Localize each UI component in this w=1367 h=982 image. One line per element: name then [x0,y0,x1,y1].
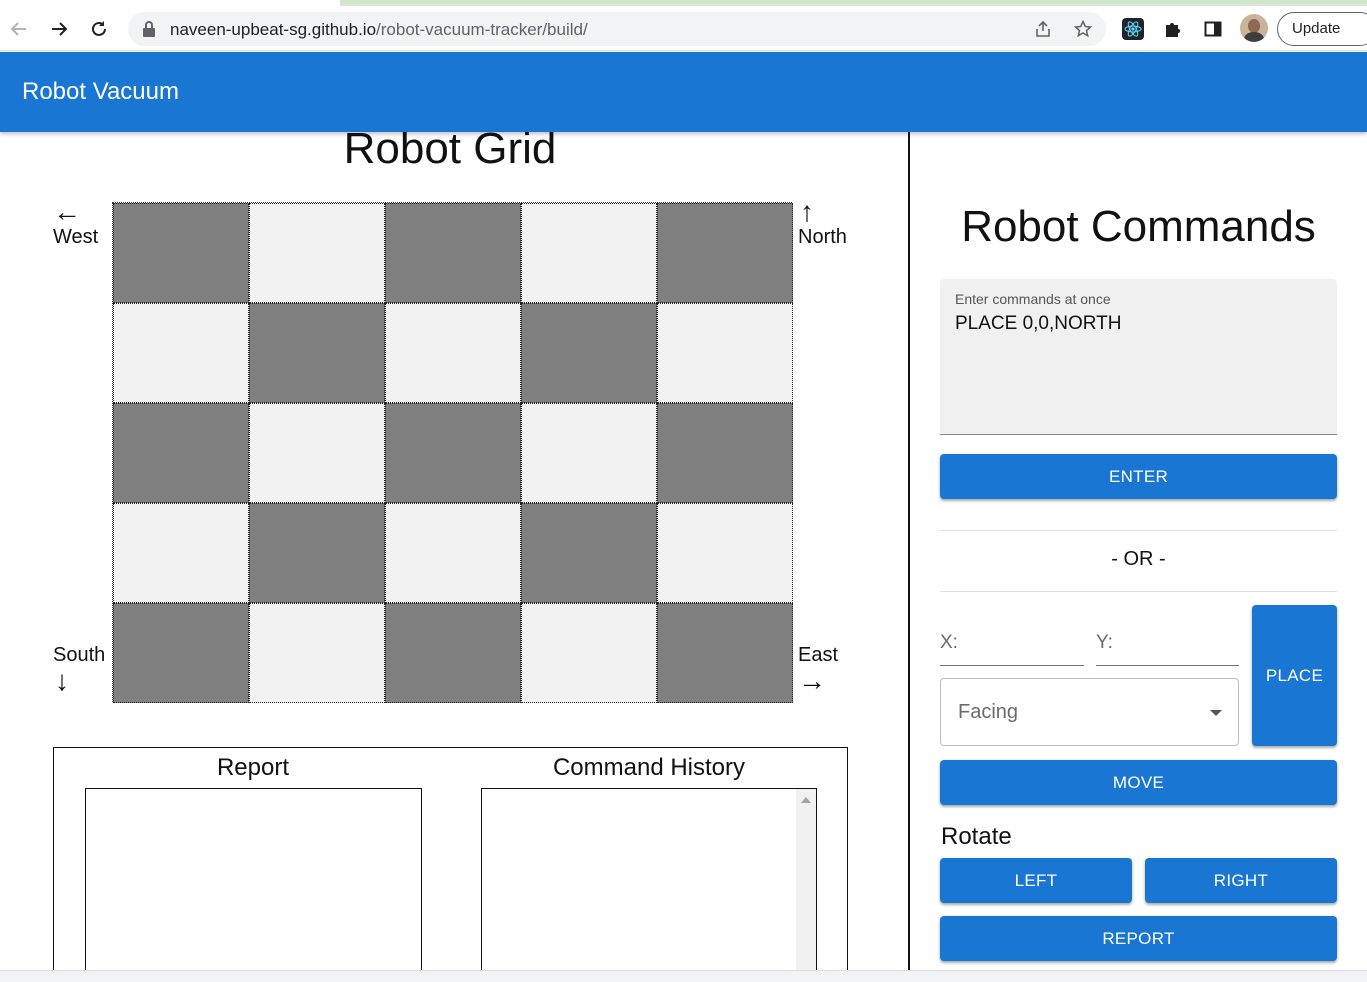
grid-cell [113,603,249,703]
west-label: West [53,226,99,248]
grid-cell [521,303,657,403]
robot-grid [112,202,793,703]
commands-title: Robot Commands [961,202,1316,251]
history-scrollbar[interactable] [796,789,816,972]
grid-cell [657,503,793,603]
grid-cell [249,503,385,603]
move-button[interactable]: MOVE [940,760,1337,805]
commands-panel: Robot Commands Enter commands at once PL… [910,132,1367,972]
south-label: South [53,644,106,666]
url-path: /robot-vacuum-tracker/build/ [376,20,588,39]
east-indicator: East → [798,644,838,695]
grid-cell [113,303,249,403]
report-button[interactable]: REPORT [940,916,1337,961]
profile-avatar[interactable] [1240,14,1268,42]
scroll-up-icon[interactable] [801,797,811,803]
grid-cell [521,603,657,703]
url-domain: naveen-upbeat-sg.github.io [170,20,377,39]
rotate-label: Rotate [941,823,1012,850]
north-label: North [798,226,847,248]
south-indicator: South ↓ [53,644,105,695]
report-section: Report Command History [53,747,848,972]
grid-cell [657,303,793,403]
extensions-puzzle-icon[interactable] [1160,16,1186,42]
divider-bottom [940,591,1337,592]
grid-cell [521,503,657,603]
x-placeholder: X: [940,632,958,653]
north-indicator: ↑ North [798,198,847,249]
grid-cell [657,603,793,703]
grid-title: Robot Grid [343,132,557,173]
bookmark-star-icon[interactable] [1072,18,1094,40]
enter-button[interactable]: ENTER [940,454,1337,499]
rotate-right-button[interactable]: RIGHT [1145,858,1337,903]
grid-cell [385,503,521,603]
grid-cell [249,603,385,703]
grid-cell [521,403,657,503]
facing-placeholder: Facing [958,701,1019,723]
report-title: Report [216,754,290,781]
side-panel-icon[interactable] [1200,16,1226,42]
grid-cell [521,203,657,303]
forward-icon[interactable] [44,14,74,44]
grid-cell [657,403,793,503]
y-input[interactable]: Y: [1096,632,1239,666]
chevron-down-icon [1210,710,1222,716]
grid-cell [113,403,249,503]
grid-cell [385,303,521,403]
reload-icon[interactable] [84,14,114,44]
tab-strip-highlight [340,0,1367,4]
textarea-label: Enter commands at once [955,291,1111,307]
app-title: Robot Vacuum [22,78,179,105]
window-bottom-edge [0,970,1367,982]
grid-cell [249,403,385,503]
commands-textarea[interactable]: Enter commands at once PLACE 0,0,NORTH [940,279,1337,435]
grid-cell [385,403,521,503]
browser-toolbar: naveen-upbeat-sg.github.io/robot-vacuum-… [0,6,1367,51]
app-bar: Robot Vacuum [0,52,1367,132]
grid-cell [249,203,385,303]
east-arrow-icon: → [798,665,826,696]
grid-cell [113,203,249,303]
grid-cell [385,603,521,703]
lock-icon [142,21,156,37]
facing-select[interactable]: Facing [940,678,1239,746]
grid-cell [657,203,793,303]
grid-cell [113,503,249,603]
grid-panel: Robot Grid ← West ↑ North South ↓ East →… [0,132,908,972]
rotate-left-button[interactable]: LEFT [940,858,1132,903]
url-text: naveen-upbeat-sg.github.io/robot-vacuum-… [170,20,588,40]
y-placeholder: Y: [1096,632,1113,653]
or-separator: - OR - [1111,548,1166,570]
grid-cell [385,203,521,303]
west-arrow-icon: ← [53,196,81,227]
back-icon[interactable] [4,14,34,44]
report-output [85,788,422,972]
update-button[interactable]: Update [1277,12,1367,46]
north-arrow-icon: ↑ [800,196,814,227]
command-history-title: Command History [552,754,746,781]
x-input[interactable]: X: [940,632,1084,666]
place-button[interactable]: PLACE [1252,605,1337,746]
divider-top [940,530,1337,531]
command-history-list[interactable] [481,788,817,972]
east-label: East [798,644,839,666]
textarea-value[interactable]: PLACE 0,0,NORTH [955,313,1121,335]
share-icon[interactable] [1032,18,1054,40]
grid-cell [249,303,385,403]
south-arrow-icon: ↓ [55,665,69,696]
address-bar[interactable]: naveen-upbeat-sg.github.io/robot-vacuum-… [128,12,1106,46]
west-indicator: ← West [53,198,98,249]
react-devtools-icon[interactable] [1120,16,1146,42]
